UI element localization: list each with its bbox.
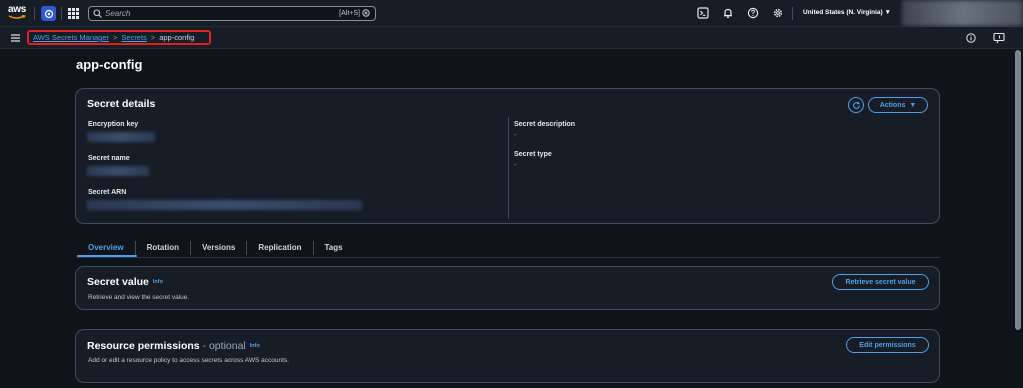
caret-down-icon: ▼ (909, 101, 917, 109)
search-placeholder: Search (105, 9, 131, 18)
breadcrumb-separator: > (150, 33, 156, 42)
aws-logo-text: aws (8, 4, 27, 15)
secret-type-label: Secret type (514, 151, 552, 158)
info-panel-icon[interactable] (966, 33, 976, 43)
region-selector[interactable]: United States (N. Virginia) ▼ (803, 9, 891, 16)
search-input[interactable]: Search [Alt+S] (88, 6, 376, 21)
page-title: app-config (76, 57, 143, 72)
aws-logo[interactable]: aws (8, 5, 30, 21)
resource-permissions-title: Resource permissions (87, 340, 200, 352)
search-shortcut: [Alt+S] (339, 9, 370, 17)
tabs-divider (76, 257, 940, 258)
tab-replication[interactable]: Replication (246, 241, 312, 255)
nav-divider (34, 7, 35, 20)
feedback-panel-icon[interactable] (993, 32, 1005, 44)
secret-value-description: Retrieve and view the secret value. (88, 294, 190, 301)
breadcrumb-secrets[interactable]: Secrets (121, 33, 146, 42)
breadcrumb-separator: > (113, 33, 118, 42)
column-divider (508, 117, 509, 219)
retrieve-secret-value-button[interactable]: Retrieve secret value (832, 274, 929, 290)
top-navigation: aws Search [Alt+S] United States (N. Vir… (0, 0, 1023, 27)
breadcrumb-current: app-config (159, 33, 195, 42)
secret-arn-value-redacted (87, 200, 362, 210)
help-icon[interactable] (747, 7, 759, 19)
optional-label: - optional (199, 340, 246, 352)
secret-description-value: - (514, 132, 517, 139)
secret-details-card: Secret details Actions ▼ Encryption key … (75, 88, 940, 224)
breadcrumb-bar: AWS Secrets Manager > Secrets > app-conf… (0, 27, 1023, 49)
resource-permissions-card: Resource permissions - optional Info Add … (75, 329, 940, 383)
tab-rotation[interactable]: Rotation (134, 241, 190, 255)
encryption-key-label: Encryption key (88, 121, 139, 128)
scrollbar[interactable] (1015, 50, 1021, 330)
actions-button[interactable]: Actions ▼ (868, 97, 928, 113)
nav-divider (792, 7, 793, 20)
secret-arn-label: Secret ARN (88, 189, 127, 196)
secret-name-value-redacted (87, 166, 149, 176)
refresh-icon (852, 101, 860, 109)
edit-permissions-button[interactable]: Edit permissions (846, 337, 929, 353)
secret-value-card: Secret value Info Retrieve and view the s… (75, 266, 940, 310)
secret-type-value: - (514, 162, 517, 169)
nav-divider (61, 7, 62, 20)
tab-tags[interactable]: Tags (312, 241, 354, 255)
refresh-button[interactable] (848, 97, 864, 113)
secret-value-heading: Secret value Info (87, 276, 163, 288)
cloudshell-icon[interactable] (697, 7, 709, 19)
secret-details-heading: Secret details (87, 98, 156, 110)
account-menu-redacted[interactable] (902, 0, 1023, 26)
secret-value-title: Secret value (87, 276, 149, 288)
search-icon (93, 9, 102, 18)
aws-smile-icon (8, 15, 26, 19)
services-grid-icon[interactable] (68, 8, 79, 19)
secret-value-info-link[interactable]: Info (153, 279, 163, 285)
active-tab-indicator (77, 255, 137, 257)
encryption-key-value-redacted (87, 132, 155, 142)
secret-name-label: Secret name (88, 155, 130, 162)
secret-description-label: Secret description (514, 121, 576, 128)
breadcrumb: AWS Secrets Manager > Secrets > app-conf… (27, 30, 211, 45)
clear-search-icon[interactable] (362, 9, 370, 17)
resource-permissions-description: Add or edit a resource policy to access … (88, 357, 289, 364)
search-shortcut-label: [Alt+S] (339, 9, 360, 17)
settings-icon[interactable] (772, 7, 784, 19)
menu-icon[interactable] (11, 34, 20, 42)
bell-icon[interactable] (722, 7, 734, 19)
resource-permissions-info-link[interactable]: Info (250, 343, 260, 349)
breadcrumb-secrets-manager[interactable]: AWS Secrets Manager (33, 33, 109, 42)
tab-overview[interactable]: Overview (76, 241, 135, 255)
tab-versions[interactable]: Versions (190, 241, 246, 255)
resource-permissions-heading: Resource permissions - optional Info (87, 340, 260, 352)
actions-label: Actions (879, 101, 906, 109)
secrets-manager-service-icon[interactable] (41, 6, 56, 21)
